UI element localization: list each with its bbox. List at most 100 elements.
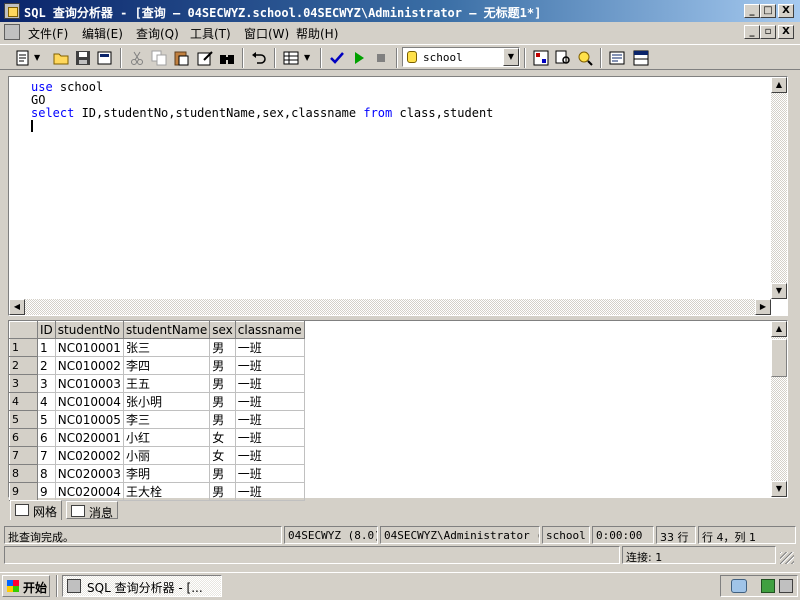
table-cell[interactable]: NC010005 <box>55 410 124 429</box>
row-number[interactable]: 5 <box>9 410 38 429</box>
title-bar[interactable]: SQL 查询分析器 - [查询 — 04SECWYZ.school.04SECW… <box>0 0 800 22</box>
table-cell[interactable]: 男 <box>209 374 236 393</box>
table-cell[interactable]: 小红 <box>123 428 211 447</box>
table-cell[interactable]: NC010004 <box>55 392 124 411</box>
results-table[interactable]: ID studentNo studentName sex classname 1… <box>9 321 305 501</box>
taskbar-item-query-analyzer[interactable]: SQL 查询分析器 - [... <box>62 575 222 597</box>
table-cell[interactable]: 一班 <box>235 482 305 501</box>
menu-help[interactable]: 帮助(H) <box>296 25 338 42</box>
table-row[interactable]: 9 9 NC020004 王大栓男一班 <box>9 482 305 501</box>
row-number[interactable]: 2 <box>9 356 38 375</box>
table-cell[interactable]: 王大栓 <box>123 482 211 501</box>
object-browser-icon[interactable] <box>532 49 550 67</box>
scroll-up-icon[interactable]: ▲ <box>771 77 787 93</box>
table-cell[interactable]: 男 <box>209 392 236 411</box>
volume-icon[interactable] <box>779 579 793 593</box>
column-header-id[interactable]: ID <box>37 321 56 339</box>
table-cell[interactable]: 9 <box>37 482 56 501</box>
resize-grip-icon[interactable] <box>780 552 794 564</box>
sql-service-icon[interactable] <box>761 579 775 593</box>
row-number[interactable]: 3 <box>9 374 38 393</box>
child-minimize-button[interactable]: _ <box>744 25 760 39</box>
scroll-right-icon[interactable]: ▶ <box>755 299 771 315</box>
table-cell[interactable]: 男 <box>209 482 236 501</box>
results-pane-icon[interactable] <box>632 49 650 67</box>
table-cell[interactable]: 张小明 <box>123 392 211 411</box>
table-cell[interactable]: NC020004 <box>55 482 124 501</box>
table-row[interactable]: 8 8 NC020003 李明男一班 <box>9 464 305 483</box>
database-select[interactable]: school ▼ <box>402 47 520 67</box>
table-row[interactable]: 2 2 NC010002 李四男一班 <box>9 356 305 375</box>
table-cell[interactable]: 男 <box>209 464 236 483</box>
child-restore-button[interactable]: ▫ <box>760 25 776 39</box>
object-search-icon[interactable] <box>554 49 572 67</box>
minimize-button[interactable]: _ <box>744 4 760 18</box>
parse-check-icon[interactable] <box>328 49 346 67</box>
close-button[interactable]: X <box>778 4 794 18</box>
scrollbar-thumb[interactable] <box>771 339 787 377</box>
column-header-studentno[interactable]: studentNo <box>54 321 124 339</box>
query-window-icon[interactable] <box>4 24 20 40</box>
menu-edit[interactable]: 编辑(E) <box>82 25 123 42</box>
table-cell[interactable]: 王五 <box>123 374 211 393</box>
scroll-left-icon[interactable]: ◀ <box>9 299 25 315</box>
table-cell[interactable]: 女 <box>209 428 236 447</box>
table-cell[interactable]: 一班 <box>235 410 305 429</box>
cut-icon[interactable] <box>128 49 146 67</box>
save-icon[interactable] <box>74 49 92 67</box>
scroll-up-icon[interactable]: ▲ <box>771 321 787 337</box>
network-icon[interactable] <box>731 579 747 593</box>
table-cell[interactable]: 一班 <box>235 446 305 465</box>
table-cell[interactable]: 一班 <box>235 392 305 411</box>
table-cell[interactable]: 男 <box>209 338 236 357</box>
column-header-sex[interactable]: sex <box>209 321 236 339</box>
table-cell[interactable]: NC010001 <box>55 338 124 357</box>
table-cell[interactable]: 一班 <box>235 356 305 375</box>
table-row[interactable]: 7 7 NC020002 小丽女一班 <box>9 446 305 465</box>
table-cell[interactable]: NC020003 <box>55 464 124 483</box>
undo-icon[interactable] <box>250 49 268 67</box>
child-close-button[interactable]: X <box>778 25 794 39</box>
editor-horizontal-scrollbar[interactable] <box>9 299 771 315</box>
table-cell[interactable]: 6 <box>37 428 56 447</box>
results-dropdown-icon[interactable]: ▼ <box>304 49 314 67</box>
table-cell[interactable]: 一班 <box>235 374 305 393</box>
table-cell[interactable]: 5 <box>37 410 56 429</box>
open-folder-icon[interactable] <box>52 49 70 67</box>
chevron-down-icon[interactable]: ▼ <box>503 48 519 66</box>
row-number[interactable]: 4 <box>9 392 38 411</box>
menu-query[interactable]: 查询(Q) <box>136 25 179 42</box>
new-dropdown-icon[interactable]: ▼ <box>34 49 44 67</box>
query-editor[interactable]: use school GO select ID,studentNo,studentN… <box>8 76 788 316</box>
paste-icon[interactable] <box>172 49 190 67</box>
row-number[interactable]: 7 <box>9 446 38 465</box>
table-cell[interactable]: 小丽 <box>123 446 211 465</box>
table-cell[interactable]: 1 <box>37 338 56 357</box>
new-query-icon[interactable] <box>14 49 32 67</box>
app-icon[interactable] <box>4 3 20 19</box>
table-cell[interactable]: 3 <box>37 374 56 393</box>
table-cell[interactable]: 女 <box>209 446 236 465</box>
row-number[interactable]: 1 <box>9 338 38 357</box>
table-row[interactable]: 5 5 NC010005 李三男一班 <box>9 410 305 429</box>
results-grid[interactable]: ID studentNo studentName sex classname 1… <box>8 320 788 501</box>
table-cell[interactable]: NC020001 <box>55 428 124 447</box>
scroll-down-icon[interactable]: ▼ <box>771 283 787 299</box>
table-cell[interactable]: 一班 <box>235 428 305 447</box>
row-number[interactable]: 9 <box>9 482 38 501</box>
find-binoculars-icon[interactable] <box>218 49 236 67</box>
table-cell[interactable]: 4 <box>37 392 56 411</box>
maximize-button[interactable]: □ <box>760 4 776 18</box>
results-mode-icon[interactable] <box>282 49 300 67</box>
table-cell[interactable]: 李四 <box>123 356 211 375</box>
table-row[interactable]: 3 3 NC010003 王五男一班 <box>9 374 305 393</box>
table-cell[interactable]: NC010003 <box>55 374 124 393</box>
menu-tools[interactable]: 工具(T) <box>190 25 231 42</box>
table-cell[interactable]: NC010002 <box>55 356 124 375</box>
table-cell[interactable]: 李明 <box>123 464 211 483</box>
editor-text[interactable]: use school GO select ID,studentNo,studentN… <box>31 81 493 120</box>
table-cell[interactable]: 8 <box>37 464 56 483</box>
table-cell[interactable]: NC020002 <box>55 446 124 465</box>
column-header-classname[interactable]: classname <box>234 321 305 339</box>
tab-grid[interactable]: 网格 <box>10 500 63 520</box>
